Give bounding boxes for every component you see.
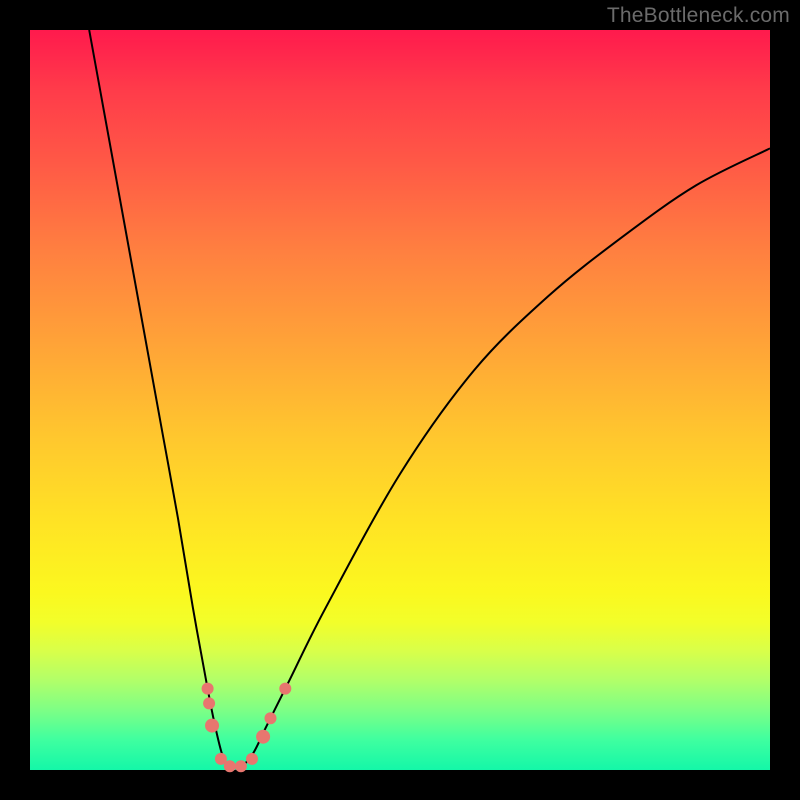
bottleneck-marker <box>279 683 291 695</box>
chart-plot-area <box>30 30 770 770</box>
bottleneck-chart-svg <box>30 30 770 770</box>
watermark-text: TheBottleneck.com <box>607 4 790 28</box>
bottleneck-marker <box>256 730 270 744</box>
bottleneck-marker <box>246 753 258 765</box>
bottleneck-markers <box>202 683 292 773</box>
bottleneck-marker <box>265 712 277 724</box>
bottleneck-marker <box>202 683 214 695</box>
bottleneck-marker <box>235 760 247 772</box>
bottleneck-curve <box>89 30 770 772</box>
bottleneck-marker <box>203 697 215 709</box>
bottleneck-marker <box>224 760 236 772</box>
bottleneck-marker <box>205 719 219 733</box>
